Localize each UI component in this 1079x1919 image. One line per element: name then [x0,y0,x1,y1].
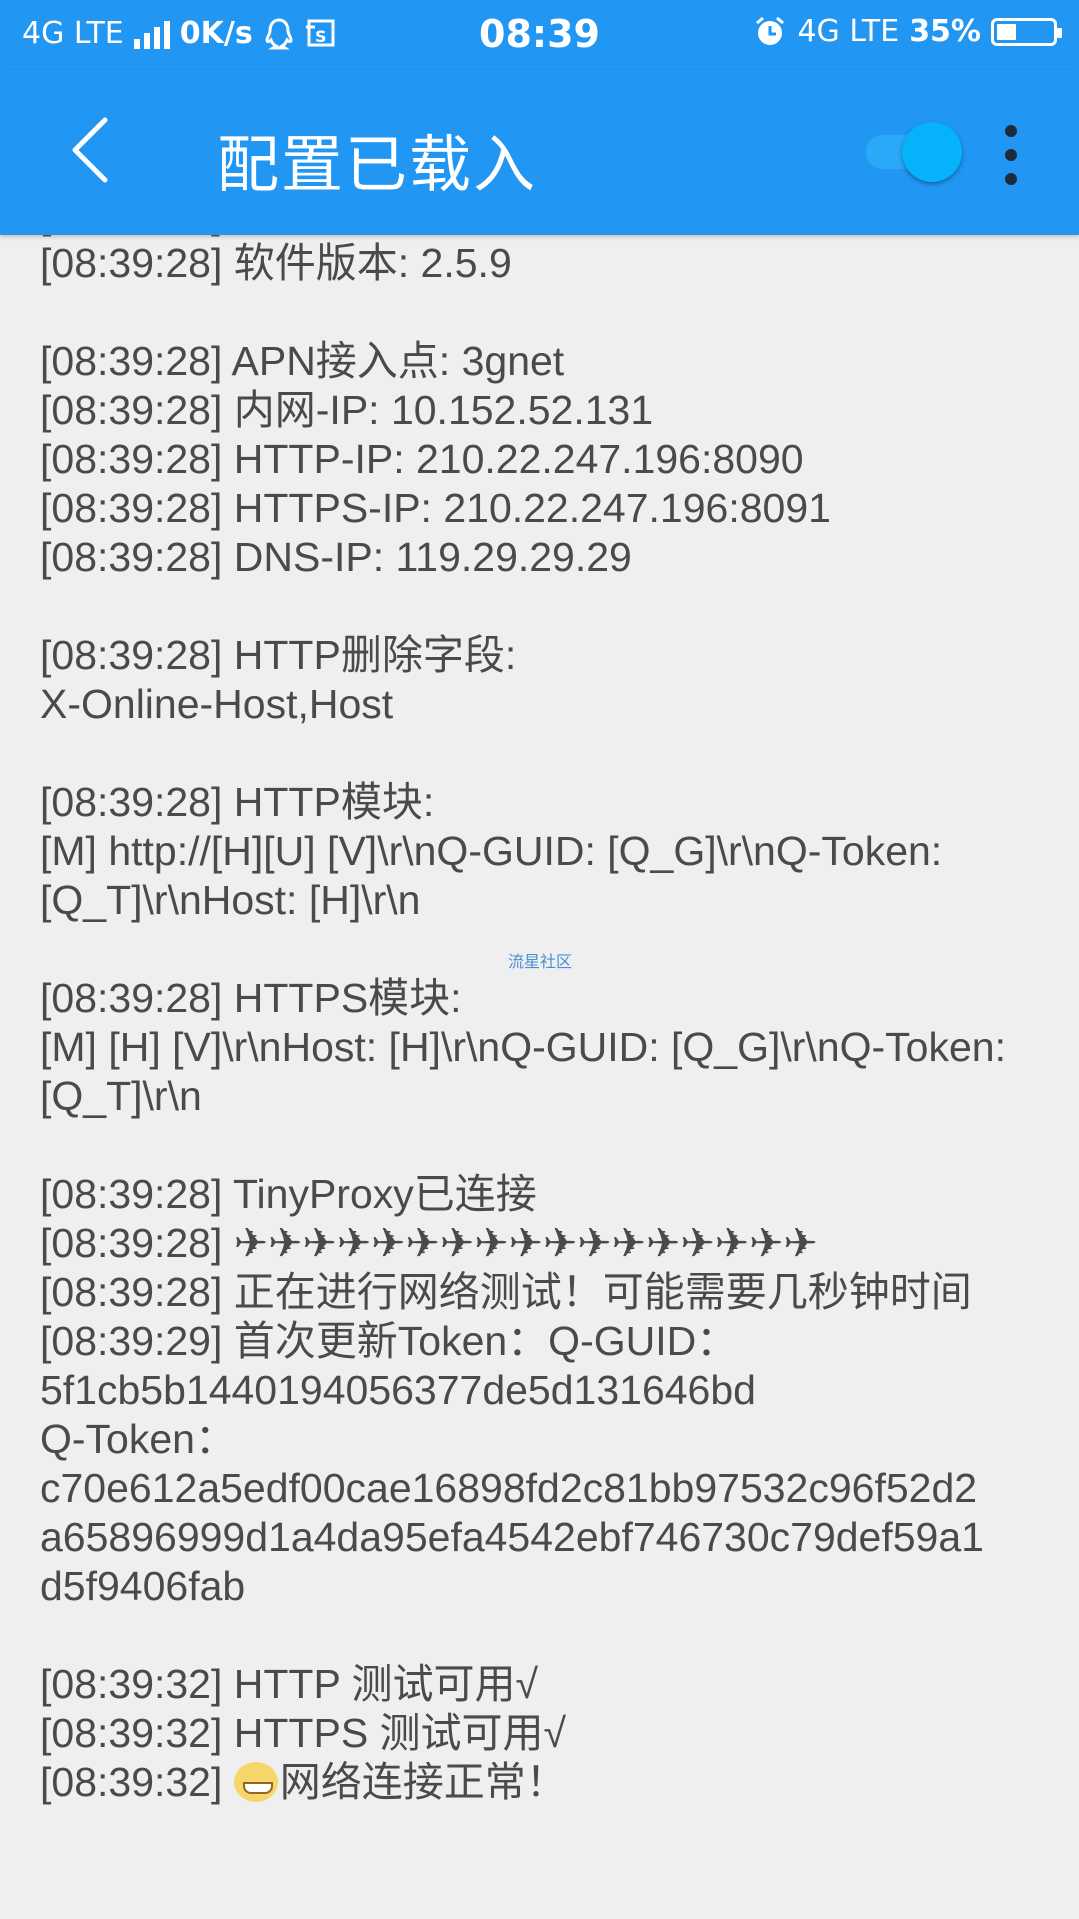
page-title: 配置已载入 [217,131,538,200]
status-right: 4G LTE 35% [753,14,1062,49]
log-line: [08:39:28] 软件版本: 2.5.9 [40,240,512,286]
log-text: [08:39:28] 安卓版本: 5.0.2[08:39:28] 软件版本: 2… [40,235,1050,1807]
log-line: [08:39:32] HTTPS 测试可用√ [40,1710,567,1756]
log-panel[interactable]: [08:39:28] 安卓版本: 5.0.2[08:39:28] 软件版本: 2… [0,235,1079,1919]
watermark: 流星社区 [508,952,573,971]
log-line: [08:39:28] HTTP模块: [40,779,435,825]
log-line: [08:39:28] 内网-IP: 10.152.52.131 [40,387,654,433]
toggle-knob [902,122,962,182]
log-line: [08:39:28] HTTPS模块: [40,975,462,1021]
log-line: [08:39:28] TinyProxy已连接 [40,1171,537,1217]
log-line: [08:39:28] HTTPS-IP: 210.22.247.196:8091 [40,485,831,531]
log-spacer [40,1611,1050,1660]
log-line: [M] [H] [V]\r\nHost: [H]\r\nQ-GUID: [Q_G… [40,1024,1006,1070]
log-line: [08:39:28] APN接入点: 3gnet [40,338,565,384]
overflow-menu-button[interactable] [995,125,1025,185]
log-spacer [40,582,1050,631]
log-message: 网络连接正常！ [279,1759,567,1805]
back-button[interactable] [55,115,125,185]
log-line: X-Online-Host,Host [40,681,394,727]
proxy-toggle[interactable] [866,122,966,182]
log-line: [Q_T]\r\nHost: [H]\r\n [40,877,421,923]
log-line: [08:39:29] 首次更新Token：Q-GUID： [40,1318,738,1364]
log-line: Q-Token： [40,1416,236,1462]
log-line: [M] http://[H][U] [V]\r\nQ-GUID: [Q_G]\r… [40,828,943,874]
alarm-icon [756,16,785,45]
log-line-final: [08:39:32] 网络连接正常！ [40,1758,1050,1807]
log-spacer [40,288,1050,337]
log-spacer [40,1121,1050,1170]
log-line: 5f1cb5b1440194056377de5d131646bd [40,1367,756,1413]
log-line: [Q_T]\r\n [40,1073,202,1119]
log-line: [08:39:28] 正在进行网络测试！可能需要几秒钟时间 [40,1269,972,1315]
log-line: a65896999d1a4da95efa4542ebf746730c79def5… [40,1514,984,1560]
log-line: [08:39:32] HTTP 测试可用√ [40,1661,538,1707]
log-timestamp: [08:39:32] [40,1759,234,1805]
battery-percent: 35% [909,14,981,49]
log-spacer [40,729,1050,778]
battery-icon [991,17,1062,46]
chevron-left-icon [72,117,108,183]
log-line: [08:39:28] HTTP-IP: 210.22.247.196:8090 [40,436,804,482]
log-line: [08:39:28] ✈✈✈✈✈✈✈✈✈✈✈✈✈✈✈✈✈ [40,1220,818,1266]
grinning-face-icon [233,1762,278,1802]
log-line: [08:39:28] DNS-IP: 119.29.29.29 [40,534,632,580]
app-bar: 配置已载入 [0,70,1079,235]
status-bar: 4G LTE 0K/s S 08:39 4G LTE 35% [0,0,1079,70]
log-line: c70e612a5edf00cae16898fd2c81bb97532c96f5… [40,1465,978,1511]
log-line: [08:39:28] HTTP删除字段: [40,632,517,678]
log-line: d5f9406fab [40,1563,246,1609]
network-type-right: 4G LTE [797,14,900,49]
